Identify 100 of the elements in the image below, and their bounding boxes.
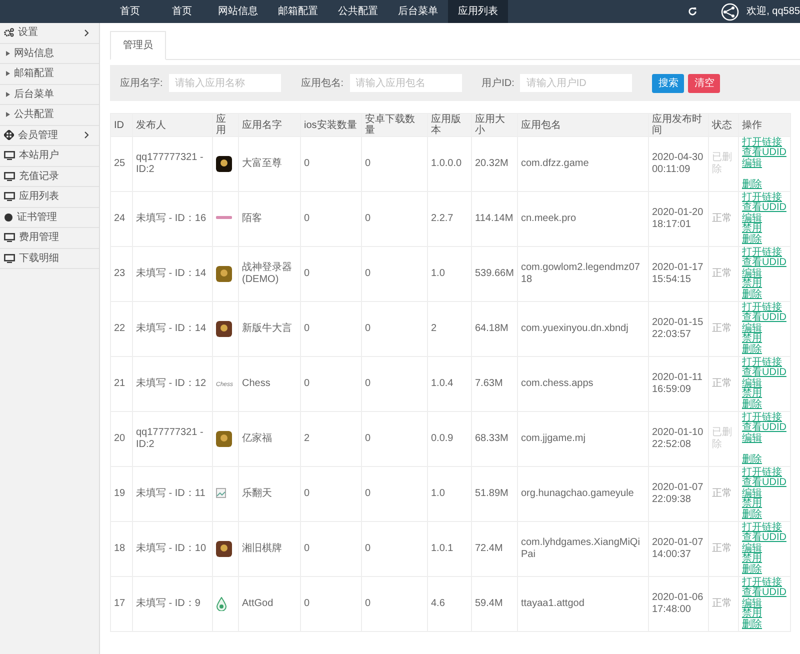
sidebar-item[interactable]: 本站用户 [19,148,59,164]
bullet-triangle-icon [6,112,10,118]
action-link[interactable]: 查看UDID [742,313,787,324]
action-link[interactable]: 打开链接 [742,468,787,478]
column-header: 应用大小 [472,114,518,136]
android-count-cell: 0 [362,522,428,576]
tab[interactable]: 管理员 [110,31,166,60]
android-count-cell: 0 [362,192,428,246]
action-link[interactable]: 查看UDID [742,423,787,434]
app-icon [216,156,232,172]
action-link[interactable]: 打开链接 [742,578,787,588]
action-link[interactable]: 编辑 [742,434,787,444]
id-cell: 22 [110,302,132,356]
action-link[interactable]: 删除 [742,344,787,356]
action-link[interactable]: 打开链接 [742,412,787,424]
action-link[interactable]: 编辑 [742,324,787,334]
action-link[interactable]: 编辑 [742,598,787,610]
action-link[interactable]: 删除 [742,290,787,300]
sidebar-item[interactable]: 充值记录 [19,168,59,184]
input-field[interactable]: 请输入用户ID [520,74,632,92]
sidebar-item[interactable]: 会员管理 [18,128,58,143]
action-link[interactable]: 删除 [742,180,787,190]
publisher-cell: 未填写 - ID：9 [132,576,212,632]
action-link[interactable]: 编辑 [742,378,787,390]
action-link[interactable]: 禁用 [742,224,787,235]
monitor-icon [4,233,15,242]
version-cell: 1.0.4 [428,356,472,412]
size-cell: 539.66M [472,246,518,302]
action-link[interactable]: 查看UDID [742,368,787,379]
search-button[interactable]: 搜索 [652,74,684,92]
nav-tab[interactable]: 邮箱配置 [268,0,328,23]
sidebar-item[interactable]: 设置 [18,25,38,40]
action-link[interactable]: 查看UDID [742,203,787,214]
action-link[interactable]: 删除 [742,564,787,576]
publish-time-cell: 2020-01-07 22:09:38 [648,466,708,522]
action-link[interactable]: 查看UDID [742,478,787,489]
sidebar-item[interactable]: 证书管理 [17,210,57,225]
app-name-cell: 湘旧棋牌 [238,522,300,576]
sidebar-subitem[interactable]: 后台菜单 [14,86,54,102]
nav-tab[interactable]: 应用列表 [448,0,508,23]
sidebar-subitem[interactable]: 公共配置 [14,107,54,122]
action-link[interactable]: 编辑 [742,544,787,554]
app-icon [216,431,232,447]
action-link[interactable]: 编辑 [742,268,787,280]
nav-tab[interactable]: 首页 [104,0,156,23]
ios-count-cell: 2 [300,412,362,466]
field-label: 应用名字: [120,76,163,90]
action-link[interactable]: 打开链接 [742,302,787,314]
action-link[interactable]: 禁用 [742,334,787,345]
sidebar-item[interactable]: 费用管理 [19,230,59,246]
package-cell: com.jjgame.mj [518,412,648,466]
action-link[interactable]: 删除 [742,400,787,410]
action-link[interactable]: 禁用 [742,389,787,400]
action-link[interactable]: 编辑 [742,488,787,500]
action-link[interactable]: 禁用 [742,279,787,290]
action-link[interactable]: 打开链接 [742,192,787,204]
package-cell: com.chess.apps [518,356,648,412]
action-link[interactable]: 编辑 [742,158,787,170]
action-link[interactable]: 删除 [742,620,787,630]
sidebar-subitem[interactable]: 邮箱配置 [14,66,54,82]
android-count-cell: 0 [362,246,428,302]
action-link[interactable]: 删除 [742,454,787,465]
publish-time-cell: 2020-01-20 18:17:01 [648,192,708,246]
nav-tab[interactable]: 网站信息 [208,0,268,23]
status-text: 正常 [708,356,738,412]
nav-tab[interactable]: 首页 [156,0,208,23]
action-link[interactable]: 禁用 [742,554,787,565]
monitor-icon [4,151,15,160]
action-link[interactable]: 查看UDID [742,148,787,159]
input-field[interactable]: 请输入应用名称 [168,74,281,92]
action-link[interactable]: 禁用 [742,499,787,510]
action-link[interactable]: 查看UDID [742,258,787,269]
action-link[interactable]: 禁用 [742,609,787,620]
status-text: 正常 [708,466,738,522]
nav-tab[interactable]: 公共配置 [328,0,388,23]
action-link[interactable]: 打开链接 [742,358,787,368]
action-link[interactable]: 删除 [742,510,787,520]
nav-tab[interactable]: 后台菜单 [388,0,448,23]
action-link[interactable]: 打开链接 [742,522,787,534]
action-link[interactable]: 删除 [742,234,787,246]
sidebar-subitem[interactable]: 网站信息 [14,46,54,61]
clear-button[interactable]: 清空 [688,74,720,92]
sidebar-item[interactable]: 应用列表 [19,189,59,204]
action-link[interactable]: 编辑 [742,214,787,224]
action-link[interactable]: 查看UDID [742,533,787,544]
ios-count-cell: 0 [300,466,362,522]
action-link[interactable]: 打开链接 [742,138,787,148]
refresh-icon[interactable] [688,7,697,16]
publish-time-cell: 2020-01-15 22:03:57 [648,302,708,356]
drop-icon [216,597,227,611]
action-link[interactable]: 查看UDID [742,588,787,599]
sidebar-item[interactable]: 下载明细 [19,250,59,266]
monitor-icon [4,254,15,263]
input-field[interactable]: 请输入应用包名 [350,74,462,92]
welcome-text: 欢迎, qq585 [746,4,800,19]
chevron-right-icon [84,28,89,37]
publisher-cell: 未填写 - ID：14 [132,246,212,302]
app-name-cell: 新版牛大言 [238,302,300,356]
field-label: 用户ID: [482,76,514,90]
action-link[interactable]: 打开链接 [742,248,787,258]
